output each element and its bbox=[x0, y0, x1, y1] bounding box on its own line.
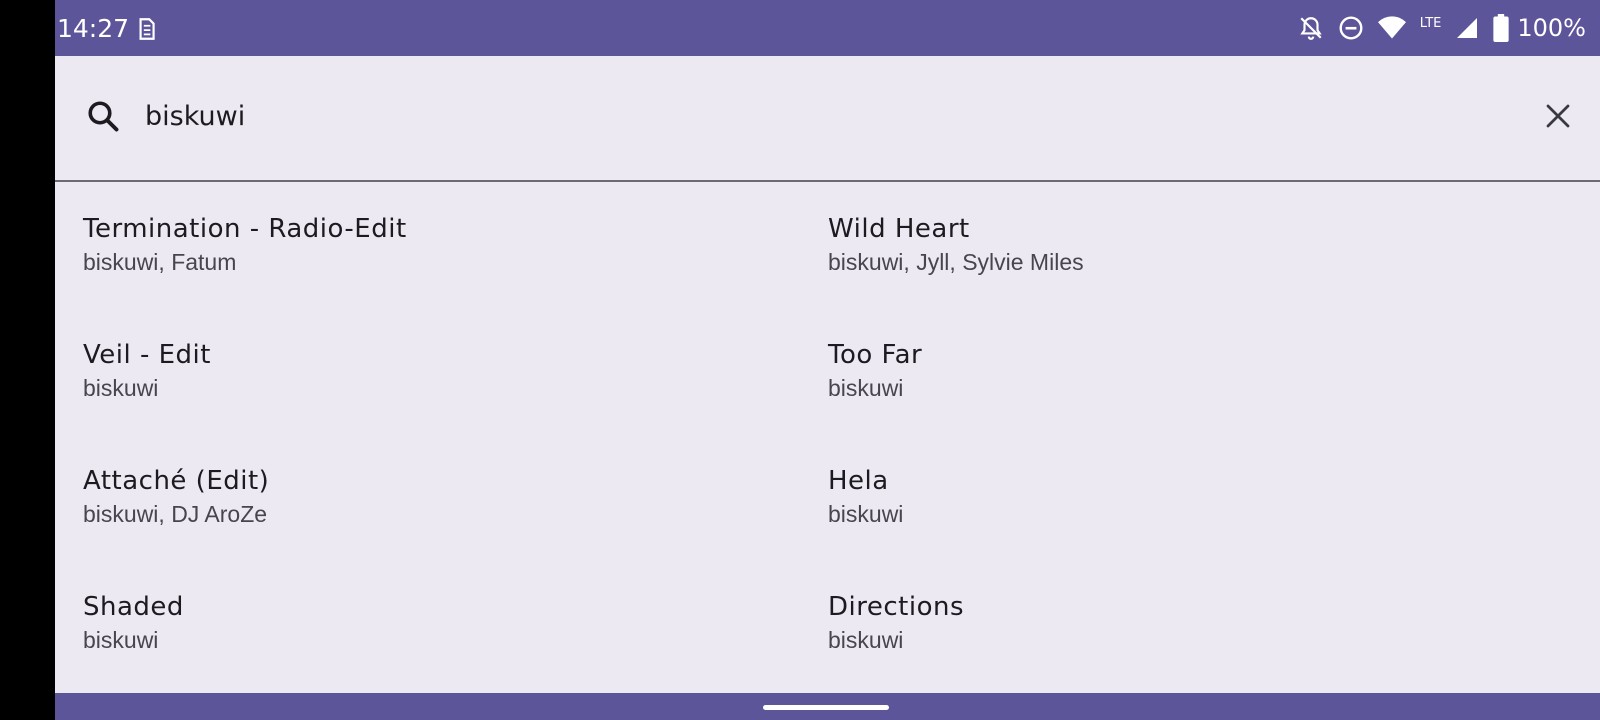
wifi-icon bbox=[1377, 16, 1406, 39]
signal-icon bbox=[1457, 18, 1478, 38]
track-title: Wild Heart bbox=[828, 214, 970, 244]
status-time: 14:27 bbox=[57, 14, 130, 43]
search-bar bbox=[55, 56, 1600, 182]
battery-percent: 100% bbox=[1517, 14, 1586, 42]
track-title: Too Far bbox=[828, 340, 923, 370]
status-bar: 14:27 LTE 100% bbox=[55, 0, 1600, 56]
track-title: Veil - Edit bbox=[83, 340, 211, 370]
search-icon bbox=[88, 101, 119, 132]
search-input[interactable] bbox=[145, 94, 1445, 138]
track-title: Termination - Radio-Edit bbox=[83, 214, 407, 244]
track-title: Directions bbox=[828, 592, 965, 622]
track-artists: biskuwi bbox=[828, 627, 904, 653]
result-item[interactable]: Too Far biskuwi bbox=[828, 309, 1600, 435]
track-title: Hela bbox=[828, 466, 889, 496]
result-item[interactable]: Shaded biskuwi bbox=[55, 561, 828, 687]
sim-icon bbox=[139, 18, 155, 40]
track-artists: biskuwi bbox=[828, 501, 904, 527]
result-item[interactable]: Wild Heart biskuwi, Jyll, Sylvie Miles bbox=[828, 183, 1600, 309]
track-artists: biskuwi bbox=[83, 627, 159, 653]
track-title: Shaded bbox=[83, 592, 184, 622]
clear-search-button[interactable] bbox=[1536, 94, 1580, 138]
result-item[interactable]: Directions biskuwi bbox=[828, 561, 1600, 687]
track-artists: biskuwi, Jyll, Sylvie Miles bbox=[828, 249, 1084, 275]
notifications-off-icon bbox=[1300, 17, 1322, 40]
track-artists: biskuwi, Fatum bbox=[83, 249, 237, 275]
track-title: Attaché (Edit) bbox=[83, 466, 270, 496]
close-icon bbox=[1546, 104, 1570, 128]
status-icons: LTE 100% bbox=[1298, 12, 1586, 44]
result-item[interactable]: Veil - Edit biskuwi bbox=[55, 309, 828, 435]
track-artists: biskuwi bbox=[828, 375, 904, 401]
do-not-disturb-icon bbox=[1339, 16, 1363, 40]
result-item[interactable]: Termination - Radio-Edit biskuwi, Fatum bbox=[55, 183, 828, 309]
app-screen: 14:27 LTE 100% biskuwi Termination - Rad… bbox=[55, 0, 1600, 720]
battery-icon bbox=[1493, 14, 1510, 42]
track-artists: biskuwi, DJ AroZe bbox=[83, 501, 268, 527]
result-item[interactable]: Hela biskuwi bbox=[828, 435, 1600, 561]
track-artists: biskuwi bbox=[83, 375, 159, 401]
result-item[interactable]: Attaché (Edit) biskuwi, DJ AroZe bbox=[55, 435, 828, 561]
search-results: Termination - Radio-Edit biskuwi, Fatum … bbox=[55, 183, 1600, 693]
home-gesture-handle[interactable] bbox=[763, 705, 889, 710]
lte-icon: LTE bbox=[1419, 16, 1442, 31]
navigation-bar bbox=[55, 693, 1600, 720]
